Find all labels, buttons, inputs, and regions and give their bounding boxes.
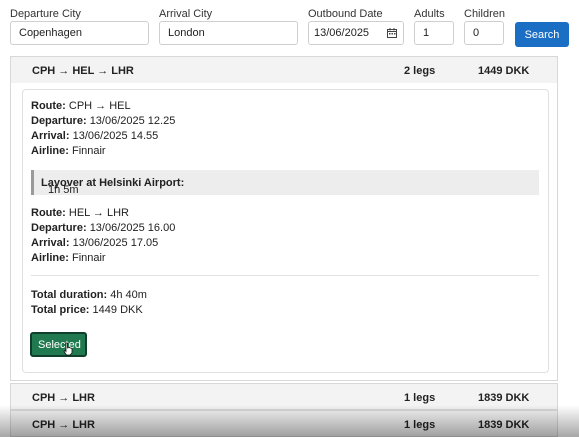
segment-1-departure: Departure: 13/06/2025 12.25	[31, 115, 176, 127]
arrival-city-input[interactable]	[159, 21, 298, 45]
total-duration: Total duration: 4h 40m	[31, 289, 147, 301]
result-route: CPH → LHR	[32, 392, 95, 404]
result-price: 1449 DKK	[478, 65, 530, 77]
result-row[interactable]: CPH → LHR 1 legs 1839 DKK	[10, 383, 558, 410]
hand-cursor-icon	[63, 342, 73, 356]
adults-label: Adults	[414, 8, 445, 20]
result-price: 1839 DKK	[478, 419, 530, 431]
segment-1-route: Route: CPH → HEL	[31, 100, 131, 112]
departure-city-input[interactable]	[10, 21, 149, 45]
outbound-date-input[interactable]	[309, 22, 382, 44]
layover-box: Layover at Helsinki Airport: 1h 5m	[31, 170, 539, 196]
result-route: CPH → HEL → LHR	[32, 65, 134, 77]
result-legs: 1 legs	[404, 419, 436, 431]
children-label: Children	[464, 8, 505, 20]
outbound-date-label: Outbound Date	[308, 8, 383, 20]
result-price: 1839 DKK	[478, 392, 530, 404]
calendar-icon[interactable]	[387, 28, 397, 38]
outbound-date-field[interactable]	[308, 21, 404, 45]
result-row[interactable]: CPH → LHR 1 legs 1839 DKK	[10, 410, 558, 437]
segment-2-route: Route: HEL → LHR	[31, 207, 129, 219]
total-price: Total price: 1449 DKK	[31, 304, 143, 316]
result-route: CPH → LHR	[32, 419, 95, 431]
children-input[interactable]	[464, 21, 504, 45]
segment-2-departure: Departure: 13/06/2025 16.00	[31, 222, 176, 234]
segment-2-arrival: Arrival: 13/06/2025 17.05	[31, 237, 159, 249]
segment-2-airline: Airline: Finnair	[31, 252, 106, 264]
result-legs: 2 legs	[404, 65, 436, 77]
layover-duration: 1h 5m	[48, 184, 79, 196]
result-header[interactable]: CPH → HEL → LHR 2 legs 1449 DKK	[10, 56, 558, 83]
result-legs: 1 legs	[404, 392, 436, 404]
adults-input[interactable]	[414, 21, 454, 45]
divider	[31, 275, 539, 276]
search-button[interactable]: Search	[515, 22, 569, 47]
segment-1-arrival: Arrival: 13/06/2025 14.55	[31, 130, 159, 142]
departure-city-label: Departure City	[10, 8, 81, 20]
arrival-city-label: Arrival City	[159, 8, 213, 20]
selected-button[interactable]: Selected	[30, 332, 87, 357]
segment-1-airline: Airline: Finnair	[31, 145, 106, 157]
